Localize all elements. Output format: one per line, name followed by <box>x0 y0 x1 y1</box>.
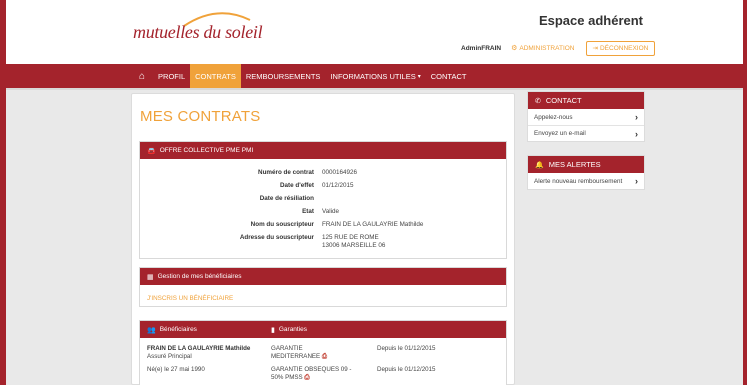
field-row: Nom du souscripteur FRAIN DE LA GAULAYRI… <box>140 221 508 231</box>
contracts-card: MES CONTRATS 🚘 OFFRE COLLECTIVE PME PMI … <box>131 93 515 385</box>
field-label: Adresse du souscripteur <box>239 234 314 241</box>
field-value: Valide <box>322 208 340 215</box>
beneficiaires-heading: Bénéficiaires <box>159 326 197 333</box>
gear-icon: ⚙ <box>511 45 518 52</box>
calculator-icon: ▦ <box>147 273 154 281</box>
add-beneficiary-link[interactable]: J'INSCRIS UN BÉNÉFICIAIRE <box>147 295 233 302</box>
contact-item-label: Appelez-nous <box>534 113 573 121</box>
nav-remboursements[interactable]: REMBOURSEMENTS <box>241 64 326 88</box>
offre-panel-header: 🚘 OFFRE COLLECTIVE PME PMI <box>140 142 506 159</box>
nav-shadow <box>6 88 743 90</box>
nav-contrats[interactable]: CONTRATS <box>190 64 241 88</box>
beneficiary-role: Assuré Principal <box>147 353 192 360</box>
garantie-line-2: MEDITERRANEE <box>271 353 321 360</box>
alertes-heading: MES ALERTES <box>548 160 601 169</box>
garantie-line-2: 50% PMSS <box>271 374 303 381</box>
field-value: 125 RUE DE ROME 13006 MARSEILLE 06 <box>322 234 385 254</box>
bell-icon: 🔔 <box>535 161 544 169</box>
field-label: Etat <box>302 208 314 215</box>
site-logo[interactable]: mutuelles du soleil <box>133 22 263 43</box>
chevron-right-icon: › <box>635 128 638 139</box>
field-label: Nom du souscripteur <box>250 221 314 228</box>
field-row: Numéro de contrat 0000164926 <box>140 169 508 179</box>
caret-down-icon: ▾ <box>417 73 421 80</box>
offre-panel: 🚘 OFFRE COLLECTIVE PME PMI Numéro de con… <box>139 141 507 259</box>
beneficiary-birth: Né(e) le 27 mai 1990 <box>147 366 205 373</box>
logout-icon: ⇥ <box>592 45 598 52</box>
alert-item-label: Alerte nouveau remboursement <box>534 177 623 185</box>
garantie-item: GARANTIE MEDITERRANEE ⎙ <box>271 345 327 361</box>
garantie-line-1: GARANTIE <box>271 345 303 352</box>
field-label: Numéro de contrat <box>258 169 314 176</box>
car-icon: 🚘 <box>147 147 156 155</box>
garantie-item: GARANTIE OBSEQUES 09 - 50% PMSS ⎙ <box>271 366 351 382</box>
alertes-panel: 🔔 MES ALERTES Alerte nouveau rembourseme… <box>527 155 645 190</box>
field-row: Date d'effet 01/12/2015 <box>140 182 508 192</box>
field-value: 01/12/2015 <box>322 182 354 189</box>
contact-item-label: Envoyez un e-mail <box>534 130 586 137</box>
beneficiaires-panel: 👥 Bénéficiaires ▮ Garanties FRAIN DE LA … <box>139 320 507 385</box>
nav-contact[interactable]: CONTACT <box>426 64 472 88</box>
address-line-1: 125 RUE DE ROME <box>322 234 379 241</box>
main-nav: ⌂ PROFIL CONTRATS REMBOURSEMENTS INFORMA… <box>6 64 743 88</box>
nav-informations-label: INFORMATIONS UTILES <box>330 71 416 81</box>
gestion-panel: ▦ Gestion de mes bénéficiaires J'INSCRIS… <box>139 267 507 307</box>
contact-heading: CONTACT <box>545 96 582 105</box>
address-line-2: 13006 MARSEILLE 06 <box>322 242 386 249</box>
users-icon: 👥 <box>147 326 156 334</box>
field-row: Adresse du souscripteur 125 RUE DE ROME … <box>140 234 508 254</box>
beneficiary-name: FRAIN DE LA GAULAYRIE Mathilde <box>147 345 251 352</box>
gestion-panel-header: ▦ Gestion de mes bénéficiaires <box>140 268 506 285</box>
beneficiaires-panel-header: 👥 Bénéficiaires ▮ Garanties <box>140 321 506 338</box>
home-icon[interactable]: ⌂ <box>139 64 153 88</box>
chevron-right-icon: › <box>635 112 638 122</box>
right-frame <box>743 0 747 385</box>
field-value: FRAIN DE LA GAULAYRIE Mathilde <box>322 221 424 228</box>
alert-reimbursement-link[interactable]: Alerte nouveau remboursement › <box>528 173 644 189</box>
pdf-icon[interactable]: ⎙ <box>322 353 327 360</box>
garantie-line-1: GARANTIE OBSEQUES 09 - <box>271 366 352 373</box>
administration-label: ADMINISTRATION <box>519 44 575 52</box>
alertes-panel-header: 🔔 MES ALERTES <box>528 156 644 173</box>
document-icon: ▮ <box>271 326 275 334</box>
chevron-right-icon: › <box>635 176 638 186</box>
logout-button[interactable]: ⇥ DÉCONNEXION <box>585 40 656 56</box>
nav-informations-utiles[interactable]: INFORMATIONS UTILES ▾ <box>325 64 425 88</box>
logout-label: DÉCONNEXION <box>599 44 649 52</box>
garantie-since: Depuis le 01/12/2015 <box>377 366 436 373</box>
contact-call-link[interactable]: Appelez-nous › <box>528 109 644 125</box>
beneficiary-info: FRAIN DE LA GAULAYRIE Mathilde Assuré Pr… <box>147 345 250 374</box>
field-row: Date de résiliation <box>140 195 508 205</box>
administration-link[interactable]: ⚙ ADMINISTRATION <box>511 44 575 53</box>
username: AdminFRAIN <box>461 44 502 52</box>
gestion-heading: Gestion de mes bénéficiaires <box>157 273 242 280</box>
user-bar: AdminFRAIN ⚙ ADMINISTRATION ⇥ DÉCONNEXIO… <box>461 40 656 56</box>
top-header: mutuelles du soleil Espace adhérent Admi… <box>6 0 743 64</box>
field-value: 0000164926 <box>322 169 358 176</box>
field-row: Etat Valide <box>140 208 508 218</box>
offre-heading: OFFRE COLLECTIVE PME PMI <box>159 147 254 154</box>
garanties-heading: Garanties <box>278 326 308 333</box>
field-label: Date d'effet <box>279 182 314 189</box>
contact-panel-header: ✆ CONTACT <box>528 92 644 109</box>
phone-icon: ✆ <box>535 97 541 105</box>
garantie-since: Depuis le 01/12/2015 <box>377 345 436 352</box>
contact-panel: ✆ CONTACT Appelez-nous › Envoyez un e-ma… <box>527 91 645 142</box>
pdf-icon[interactable]: ⎙ <box>304 374 309 381</box>
page-title: MES CONTRATS <box>140 108 261 125</box>
nav-profil[interactable]: PROFIL <box>153 64 190 88</box>
contact-email-link[interactable]: Envoyez un e-mail › <box>528 125 644 141</box>
espace-title: Espace adhérent <box>538 13 643 28</box>
field-label: Date de résiliation <box>259 195 314 202</box>
